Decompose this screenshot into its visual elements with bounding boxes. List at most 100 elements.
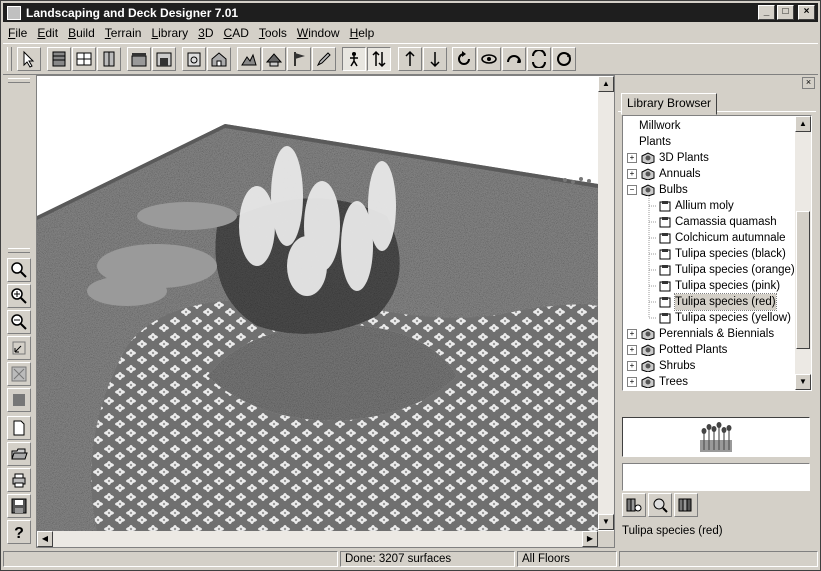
cabinet-icon <box>131 53 147 67</box>
undo-zoom-button[interactable] <box>7 336 31 360</box>
tree-scroll-down-button[interactable]: ▼ <box>795 374 811 390</box>
plant-preview <box>622 417 810 457</box>
tree-scroll-thumb[interactable] <box>796 211 810 349</box>
fireplace-button[interactable] <box>152 47 176 71</box>
tree-item[interactable]: Tulipa species (yellow) <box>659 310 791 326</box>
tree-item[interactable]: Tulipa species (red) <box>659 293 777 311</box>
3d-view[interactable]: ▲ ▼ ◀ ▶ <box>36 75 615 548</box>
toolbar-grip[interactable] <box>8 248 30 253</box>
zoom-in-button[interactable] <box>7 284 31 308</box>
app-icon[interactable] <box>7 5 21 20</box>
select-arrow-icon <box>23 50 35 68</box>
menu-terrain[interactable]: Terrain <box>100 26 147 40</box>
status-floor: All Floors <box>517 551 617 567</box>
app-window: Landscaping and Deck Designer 7.01 _ □ ×… <box>0 0 821 571</box>
menu-file[interactable]: File <box>3 26 32 40</box>
fill-window-button[interactable] <box>7 362 31 386</box>
scroll-left-button[interactable]: ◀ <box>37 531 53 547</box>
menu-cad[interactable]: CAD <box>219 26 254 40</box>
help-button[interactable]: ? <box>7 520 31 544</box>
save-button[interactable] <box>7 494 31 518</box>
wall-button[interactable] <box>47 47 71 71</box>
title-bar[interactable]: Landscaping and Deck Designer 7.01 _ □ × <box>3 3 818 22</box>
elevation-arrows-button[interactable] <box>367 47 391 71</box>
description-box <box>622 463 810 491</box>
new-page-button[interactable] <box>7 416 31 440</box>
find-button[interactable] <box>648 493 672 517</box>
appliance-button[interactable] <box>182 47 206 71</box>
pencil-icon <box>316 52 331 67</box>
terrain-icon <box>241 53 257 66</box>
left-toolbar: ? <box>5 76 33 546</box>
zoom-out-button[interactable] <box>7 310 31 334</box>
down-arrow-button[interactable] <box>423 47 447 71</box>
house-icon <box>211 52 227 67</box>
door-button[interactable] <box>97 47 121 71</box>
maximize-button[interactable]: □ <box>777 5 794 20</box>
tree-item-label: Colchicum autumnale <box>675 232 786 244</box>
menu-build[interactable]: Build <box>63 26 100 40</box>
viewport-vertical-scrollbar[interactable]: ▲ ▼ <box>598 76 614 530</box>
stop-button[interactable] <box>7 388 31 412</box>
panel-close-button[interactable]: × <box>802 77 815 89</box>
tree-item-label: Annuals <box>659 168 701 180</box>
orbit-icon <box>481 54 497 64</box>
pencil-button[interactable] <box>312 47 336 71</box>
rotate-left-button[interactable] <box>452 47 476 71</box>
menu-accelerator: B <box>68 25 77 40</box>
tree-item-label: Camassia quamash <box>675 216 777 228</box>
menu-accelerator: T <box>258 25 265 40</box>
menu-window[interactable]: Window <box>292 26 345 40</box>
open-folder-button[interactable] <box>7 442 31 466</box>
zoom-button[interactable] <box>7 258 31 282</box>
orbit-button[interactable] <box>477 47 501 71</box>
help-icon: ? <box>14 525 24 541</box>
menu-3d[interactable]: 3D <box>193 26 218 40</box>
minimize-button[interactable]: _ <box>758 5 775 20</box>
tab-library-browser[interactable]: Library Browser <box>621 93 718 115</box>
up-arrow-button[interactable] <box>398 47 422 71</box>
house-button[interactable] <box>207 47 231 71</box>
window-button[interactable] <box>72 47 96 71</box>
window-icon <box>76 52 92 66</box>
pan-button[interactable] <box>527 47 551 71</box>
walkthrough-button[interactable] <box>342 47 366 71</box>
menu-edit[interactable]: Edit <box>32 26 63 40</box>
open-folder-icon <box>11 448 28 460</box>
fill-window-icon <box>11 366 27 382</box>
main-toolbar <box>3 43 818 75</box>
tree-item[interactable]: Allium moly <box>659 198 734 214</box>
zoom-in-icon <box>11 288 27 304</box>
tree-item[interactable]: Tulipa species (orange) <box>659 262 795 278</box>
scroll-right-button[interactable]: ▶ <box>582 531 598 547</box>
tree-scroll-up-button[interactable]: ▲ <box>795 116 811 132</box>
close-button[interactable]: × <box>798 5 815 20</box>
orbit-back-button[interactable] <box>502 47 526 71</box>
menu-library[interactable]: Library <box>146 26 193 40</box>
tree-item[interactable]: Colchicum autumnale <box>659 230 786 246</box>
tree-item[interactable]: Tulipa species (black) <box>659 246 786 262</box>
scroll-down-button[interactable]: ▼ <box>598 514 614 530</box>
select-arrow-button[interactable] <box>17 47 41 71</box>
tree-vertical-scrollbar[interactable]: ▲ ▼ <box>795 116 811 390</box>
tree-item[interactable]: Camassia quamash <box>659 214 777 230</box>
pan-icon <box>532 50 546 68</box>
status-panel-left <box>3 551 338 567</box>
terrain-button[interactable] <box>237 47 261 71</box>
scroll-up-button[interactable]: ▲ <box>598 76 614 92</box>
print-button[interactable] <box>7 468 31 492</box>
viewport-horizontal-scrollbar[interactable]: ◀ ▶ <box>37 531 598 547</box>
refresh-button[interactable] <box>552 47 576 71</box>
rotate-left-icon <box>458 51 470 65</box>
menu-help[interactable]: Help <box>345 26 380 40</box>
add-library-button[interactable] <box>674 493 698 517</box>
tree-item-label: Bulbs <box>659 184 688 196</box>
roof-button[interactable] <box>262 47 286 71</box>
toolbar-grip[interactable] <box>7 47 12 71</box>
library-search-button[interactable] <box>622 493 646 517</box>
cabinet-button[interactable] <box>127 47 151 71</box>
toolbar-grip[interactable] <box>8 78 30 83</box>
menu-tools[interactable]: Tools <box>254 26 292 40</box>
flag-button[interactable] <box>287 47 311 71</box>
tree-item[interactable]: Tulipa species (pink) <box>659 278 780 294</box>
